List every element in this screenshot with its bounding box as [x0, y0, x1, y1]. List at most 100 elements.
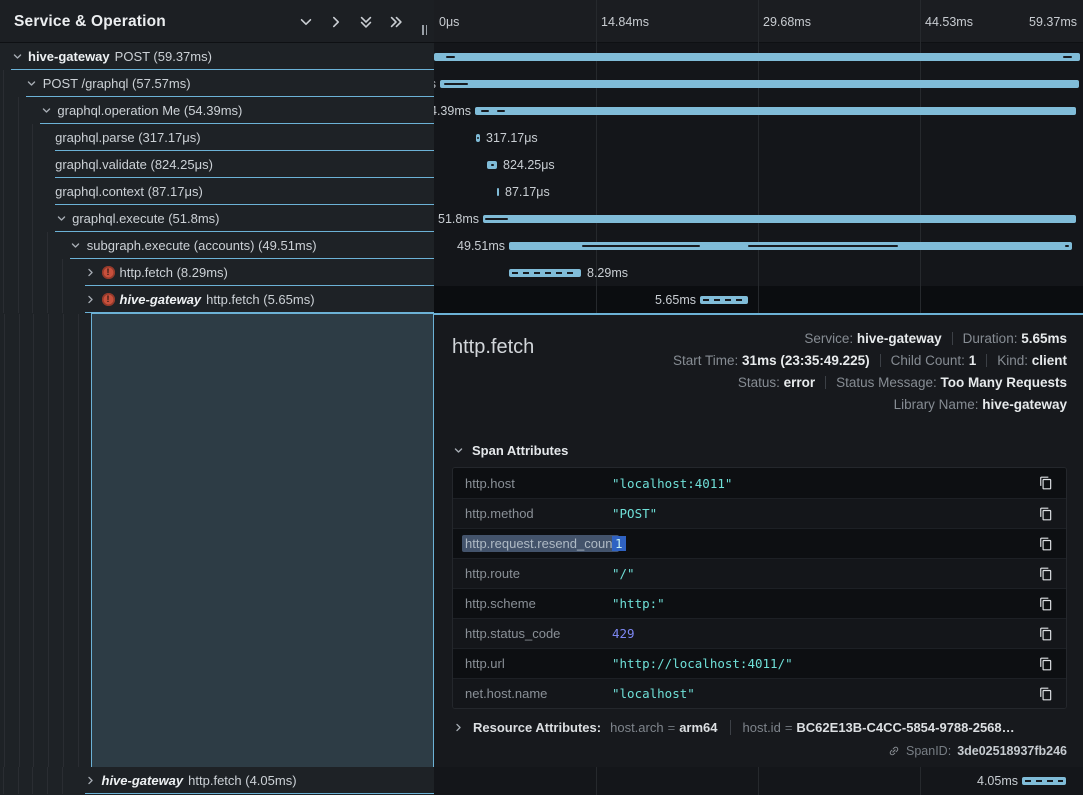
chevron-down-icon[interactable] [26, 78, 38, 90]
resource-value: BC62E13B-C4CC-5854-9788-2568… [796, 720, 1014, 735]
child-span-marker [477, 137, 479, 139]
span-row[interactable]: POST /graphql (57.57ms) [0, 70, 434, 97]
span-row[interactable]: hive-gateway http.fetch (4.05ms) [0, 767, 434, 794]
meta-divider [880, 354, 881, 367]
resource-attributes-row[interactable]: Resource Attributes: host.arch=arm64host… [452, 720, 1067, 735]
copy-icon[interactable] [1038, 566, 1054, 582]
span-bar[interactable] [700, 296, 748, 304]
span-service-label: hive-gateway [28, 49, 110, 64]
span-row[interactable]: graphql.parse (317.17μs) [0, 124, 434, 151]
span-bar[interactable] [497, 188, 499, 196]
error-icon: ! [102, 293, 115, 306]
indent-guide [32, 767, 33, 794]
span-row[interactable]: graphql.context (87.17μs) [0, 178, 434, 205]
child-span-marker [582, 245, 700, 247]
span-row[interactable]: !http.fetch (8.29ms) [0, 259, 434, 286]
span-name-label: http.fetch (4.05ms) [188, 773, 296, 788]
span-name-label: POST (59.37ms) [115, 49, 212, 64]
resource-attribute: host.id=BC62E13B-C4CC-5854-9788-2568… [743, 720, 1015, 735]
resource-attributes-items: host.arch=arm64 host.id=BC62E13B-C4CC-585… [610, 720, 1015, 735]
span-meta-line: Service: hive-gatewayDuration: 5.65ms [673, 328, 1067, 350]
attribute-row: http.status_code429 [453, 618, 1066, 648]
span-row[interactable]: subgraph.execute (accounts) (49.51ms) [0, 232, 434, 259]
span-name-label: http.fetch (5.65ms) [206, 292, 314, 307]
span-bar[interactable] [1022, 777, 1066, 785]
chevron-down-icon[interactable] [70, 240, 82, 252]
attribute-row: http.route"/" [453, 558, 1066, 588]
attribute-key: http.route [465, 566, 612, 581]
link-icon[interactable] [888, 745, 900, 757]
span-bar[interactable] [475, 107, 1076, 115]
span-bar[interactable] [487, 161, 497, 169]
resource-attribute: host.arch=arm64 [610, 720, 717, 735]
timeline-tick-label: 14.84ms [601, 0, 649, 43]
span-name-label: graphql.parse (317.17μs) [55, 130, 201, 145]
span-row[interactable]: !hive-gatewayhttp.fetch (5.65ms) [0, 286, 434, 313]
indent-guide [3, 259, 4, 286]
span-row[interactable]: graphql.operation Me (54.39ms) [0, 97, 434, 124]
copy-icon[interactable] [1038, 626, 1054, 642]
indent-guide [62, 767, 63, 794]
span-row[interactable]: hive-gateway POST (59.37ms) [0, 43, 434, 70]
span-row-content: POST /graphql (57.57ms) [26, 70, 191, 97]
indent-guide [18, 232, 19, 259]
span-title: http.fetch [452, 328, 534, 416]
chevron-down-icon[interactable] [297, 13, 314, 30]
span-name-label: POST /graphql (57.57ms) [43, 76, 191, 91]
chevron-right-icon [452, 722, 464, 734]
attribute-value: 429 [612, 626, 1038, 641]
resource-attributes-title: Resource Attributes: [473, 720, 601, 735]
indent-guide [47, 232, 48, 259]
span-service-label: hive-gateway [102, 773, 184, 788]
chevron-right-icon[interactable] [85, 775, 97, 787]
copy-icon[interactable] [1038, 536, 1054, 552]
indent-guide [18, 205, 19, 232]
chevron-right-icon[interactable] [85, 267, 97, 279]
span-row[interactable]: graphql.validate (824.25μs) [0, 151, 434, 178]
span-bar[interactable] [440, 80, 1079, 88]
copy-icon[interactable] [1038, 475, 1054, 491]
resource-key: host.id [743, 720, 781, 735]
chevron-right-icon[interactable] [85, 294, 97, 306]
copy-icon[interactable] [1038, 596, 1054, 612]
span-bar[interactable] [434, 53, 1080, 61]
indent-guide [19, 314, 20, 767]
indent-guide [3, 97, 4, 124]
panel-resize-handle[interactable] [422, 25, 427, 35]
span-attributes-toggle[interactable]: Span Attributes [452, 443, 1067, 458]
span-duration-label: 51.8ms [438, 205, 479, 232]
span-row[interactable]: graphql.execute (51.8ms) [0, 205, 434, 232]
attribute-key: http.url [465, 656, 612, 671]
chevrons-down-icon[interactable] [357, 13, 374, 30]
chevron-down-icon[interactable] [11, 51, 23, 63]
chevron-right-icon[interactable] [327, 13, 344, 30]
span-bar[interactable] [483, 215, 1076, 223]
chevron-down-icon[interactable] [40, 105, 52, 117]
span-bar[interactable] [509, 269, 581, 277]
copy-icon[interactable] [1038, 506, 1054, 522]
copy-icon[interactable] [1038, 656, 1054, 672]
attribute-row: http.method"POST" [453, 498, 1066, 528]
meta-label: Child Count: [891, 353, 969, 368]
chevrons-right-icon[interactable] [387, 13, 404, 30]
indent-guide [18, 259, 19, 286]
span-duration-label: 87.17μs [505, 178, 550, 205]
indent-guide [32, 259, 33, 286]
meta-label: Kind: [997, 353, 1032, 368]
span-row-content: hive-gateway http.fetch (4.05ms) [85, 767, 297, 794]
indent-guide [78, 314, 79, 767]
indent-guide [3, 767, 4, 794]
chevron-down-icon[interactable] [55, 213, 67, 225]
indent-guide [3, 124, 4, 151]
text-selection: http.request.resend_count [462, 535, 619, 552]
attribute-row: http.request.resend_count1 [453, 528, 1066, 558]
span-bar[interactable] [476, 134, 480, 142]
attribute-key: net.host.name [465, 686, 612, 701]
copy-icon[interactable] [1038, 686, 1054, 702]
timeline-tick-label: 59.37ms [1029, 0, 1077, 43]
indent-guide [18, 124, 19, 151]
attribute-value: "http://localhost:4011/" [612, 656, 1038, 671]
span-bar[interactable] [509, 242, 1072, 250]
attribute-row: http.url"http://localhost:4011/" [453, 648, 1066, 678]
span-row-content: subgraph.execute (accounts) (49.51ms) [70, 232, 317, 259]
